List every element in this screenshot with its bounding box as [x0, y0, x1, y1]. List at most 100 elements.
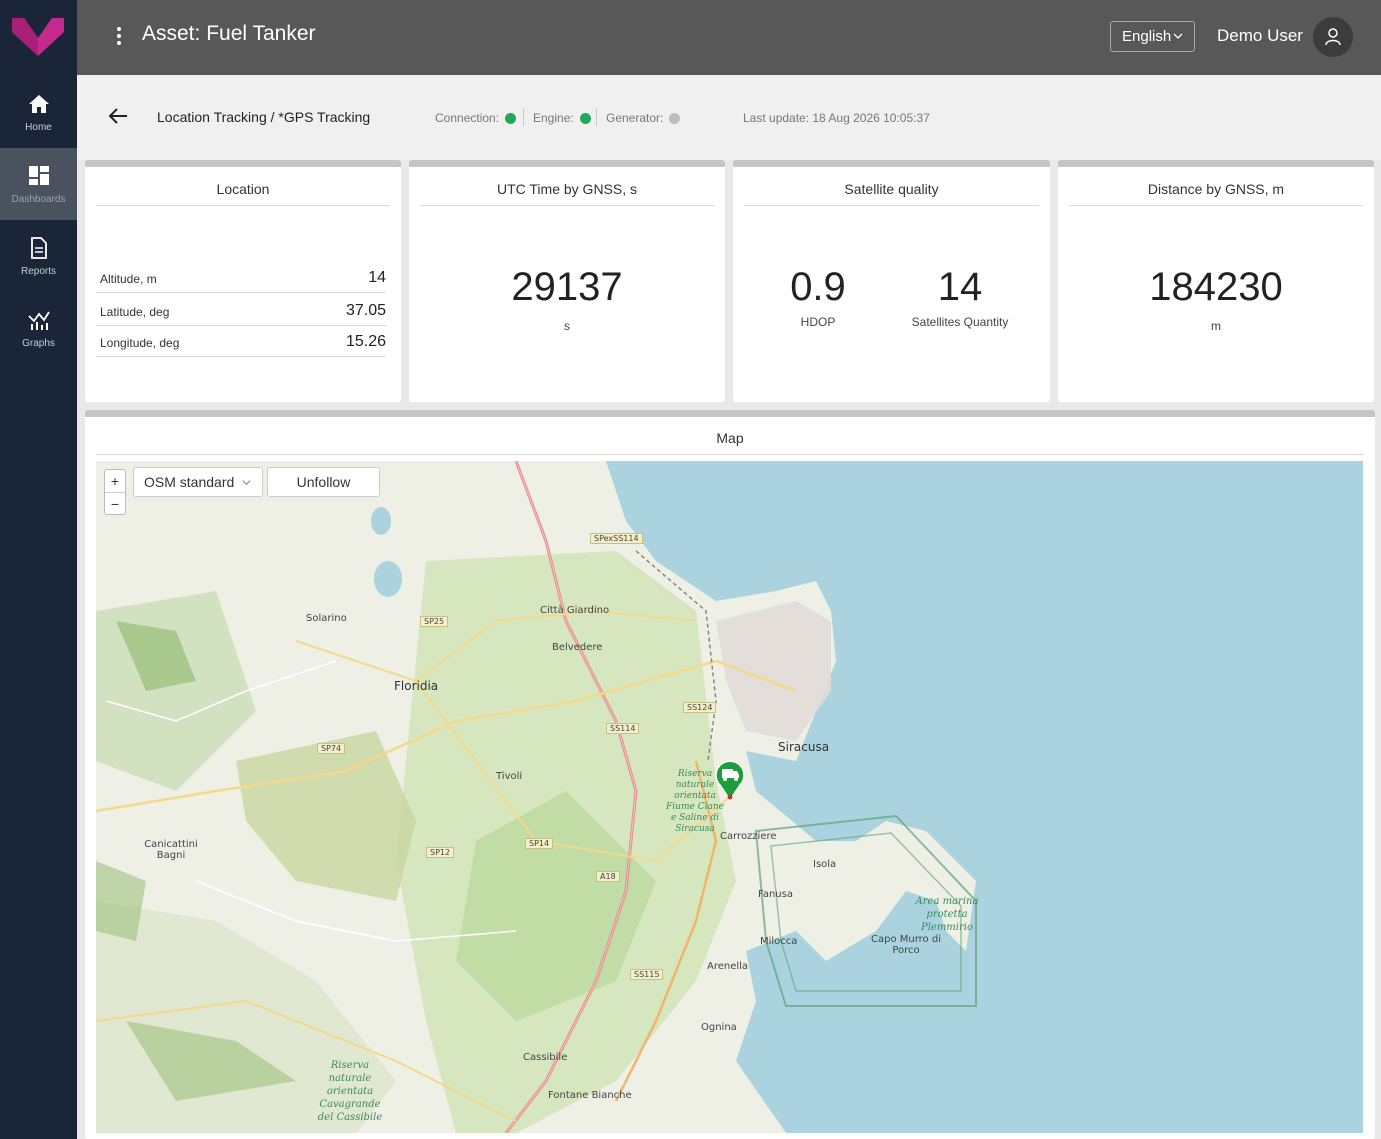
brand-logo[interactable] [12, 14, 64, 58]
language-select[interactable]: English [1110, 21, 1195, 52]
latitude-row: Latitude, deg 37.05 [96, 296, 386, 326]
chevron-down-icon [242, 480, 251, 486]
map-label-solarino: Solarino [306, 613, 347, 624]
divider [596, 108, 597, 126]
map-label-citta-giardino: Città Giardino [540, 605, 610, 616]
zoom-control: + − [104, 469, 126, 515]
altitude-value: 14 [368, 269, 386, 286]
map-label-fanusa: Fanusa [758, 889, 793, 900]
longitude-value: 15.26 [345, 333, 386, 350]
distance-card: Distance by GNSS, m 184230 m [1058, 160, 1374, 402]
sidebar-item-graphs[interactable]: Graphs [0, 292, 77, 364]
chevron-down-icon [1173, 33, 1183, 39]
road-tag: SPexSS114 [590, 533, 643, 544]
zoom-in-button[interactable]: + [105, 470, 125, 492]
engine-label: Engine: [533, 111, 574, 125]
latitude-value: 37.05 [345, 302, 386, 319]
map-label-tivoli: Tivoli [496, 771, 523, 782]
card-title: Distance by GNSS, m [1069, 174, 1363, 206]
sidebar-item-label: Home [25, 121, 52, 133]
back-arrow-icon[interactable] [107, 105, 129, 127]
vehicle-location-marker[interactable] [714, 759, 746, 801]
map-label-siracusa: Siracusa [778, 740, 830, 754]
road-tag: SP14 [525, 838, 554, 849]
latitude-label: Latitude, deg [100, 305, 170, 319]
road-tag: SP74 [317, 743, 346, 754]
location-card: Location Altitude, m 14 Latitude, deg 37… [85, 160, 401, 402]
generator-status-dot [669, 112, 681, 124]
connection-status: Connection: [435, 111, 517, 125]
generator-status: Generator: [606, 111, 681, 125]
road-tag: SS114 [606, 723, 640, 734]
map-label-canicattini: Canicattini Bagni [144, 839, 198, 861]
satellites-quantity-label: Satellites Quantity [911, 315, 1009, 329]
last-update: Last update: 18 Aug 2026 10:05:37 [743, 111, 930, 125]
map-layer-select[interactable]: OSM standard [133, 467, 263, 497]
longitude-row: Longitude, deg 15.26 [96, 327, 386, 357]
avatar[interactable] [1313, 17, 1353, 57]
utc-time-unit: s [564, 319, 570, 333]
distance-value: 184230 [1149, 265, 1283, 309]
engine-status: Engine: [533, 111, 591, 125]
satellite-quality-card: Satellite quality 0.9 HDOP 14 Satellites… [733, 160, 1050, 402]
satellites-quantity-value: 14 [937, 265, 983, 309]
zoom-out-button[interactable]: − [105, 492, 125, 514]
distance-unit: m [1211, 319, 1221, 333]
sidebar-item-home[interactable]: Home [0, 76, 77, 148]
top-header: Asset: Fuel Tanker English Demo User [77, 0, 1381, 75]
hdop-value: 0.9 [790, 265, 846, 309]
unfollow-button[interactable]: Unfollow [267, 467, 380, 497]
sidebar-item-label: Reports [20, 265, 56, 277]
road-tag: SS124 [683, 702, 717, 713]
dashboard-icon [28, 165, 49, 185]
card-title: UTC Time by GNSS, s [420, 174, 714, 206]
home-icon [28, 94, 49, 113]
breadcrumb[interactable]: Location Tracking / *GPS Tracking [157, 109, 370, 125]
engine-status-dot [579, 112, 591, 124]
generator-label: Generator: [606, 111, 664, 125]
map-label-belvedere: Belvedere [552, 642, 603, 653]
map-label-floridia: Floridia [394, 679, 439, 693]
road-tag: A18 [596, 871, 620, 882]
kebab-menu-icon[interactable] [113, 24, 125, 52]
hdop-label: HDOP [800, 315, 836, 329]
sidebar-item-reports[interactable]: Reports [0, 220, 77, 292]
road-tag: SP12 [426, 847, 455, 858]
map-label-fontane-bianche: Fontane Bianche [548, 1090, 632, 1101]
language-label: English [1122, 28, 1172, 45]
map-label-arenella: Arenella [707, 961, 749, 972]
user-icon [1325, 28, 1341, 46]
sidebar: Home Dashboards Reports Graphs [0, 0, 77, 1139]
graph-icon [27, 311, 50, 330]
map-label-milocca: Milocca [760, 936, 798, 947]
document-icon [30, 236, 47, 259]
page-title: Asset: Fuel Tanker [142, 22, 316, 45]
connection-label: Connection: [435, 111, 500, 125]
utc-time-card: UTC Time by GNSS, s 29137 s [409, 160, 725, 402]
sidebar-item-dashboards[interactable]: Dashboards [0, 148, 77, 220]
altitude-row: Altitude, m 14 [96, 263, 386, 293]
road-tag: SP25 [420, 616, 449, 627]
map-label-cassibile: Cassibile [523, 1052, 568, 1063]
map-label-ognina: Ognina [701, 1022, 737, 1033]
map-card: Map Solarino Floridia Città Giardino Bel… [85, 410, 1375, 1139]
road-tag: SS115 [630, 969, 664, 980]
user-name[interactable]: Demo User [1217, 26, 1303, 46]
map-label-capo-murro: Capo Murro di Porco [871, 934, 941, 956]
map-area-cavagrande: Riserva naturale orientata Cavagrande de… [317, 1060, 383, 1123]
card-title: Map [96, 423, 1364, 455]
connection-status-dot [505, 112, 517, 124]
map-area-plemmirio: Area marina protetta Plemmirio [915, 896, 979, 933]
utc-time-value: 29137 [511, 265, 623, 309]
map-canvas[interactable]: Solarino Floridia Città Giardino Belvede… [96, 461, 1363, 1133]
map-label-isola: Isola [813, 859, 837, 870]
divider [523, 108, 524, 126]
map-label-carrozziere: Carrozziere [720, 831, 777, 842]
card-title: Satellite quality [744, 174, 1039, 206]
longitude-label: Longitude, deg [100, 336, 180, 350]
map-layer-label: OSM standard [144, 474, 235, 490]
sidebar-item-label: Graphs [22, 337, 55, 349]
altitude-label: Altitude, m [100, 272, 157, 286]
sidebar-item-label: Dashboards [11, 193, 66, 205]
card-title: Location [96, 174, 390, 206]
